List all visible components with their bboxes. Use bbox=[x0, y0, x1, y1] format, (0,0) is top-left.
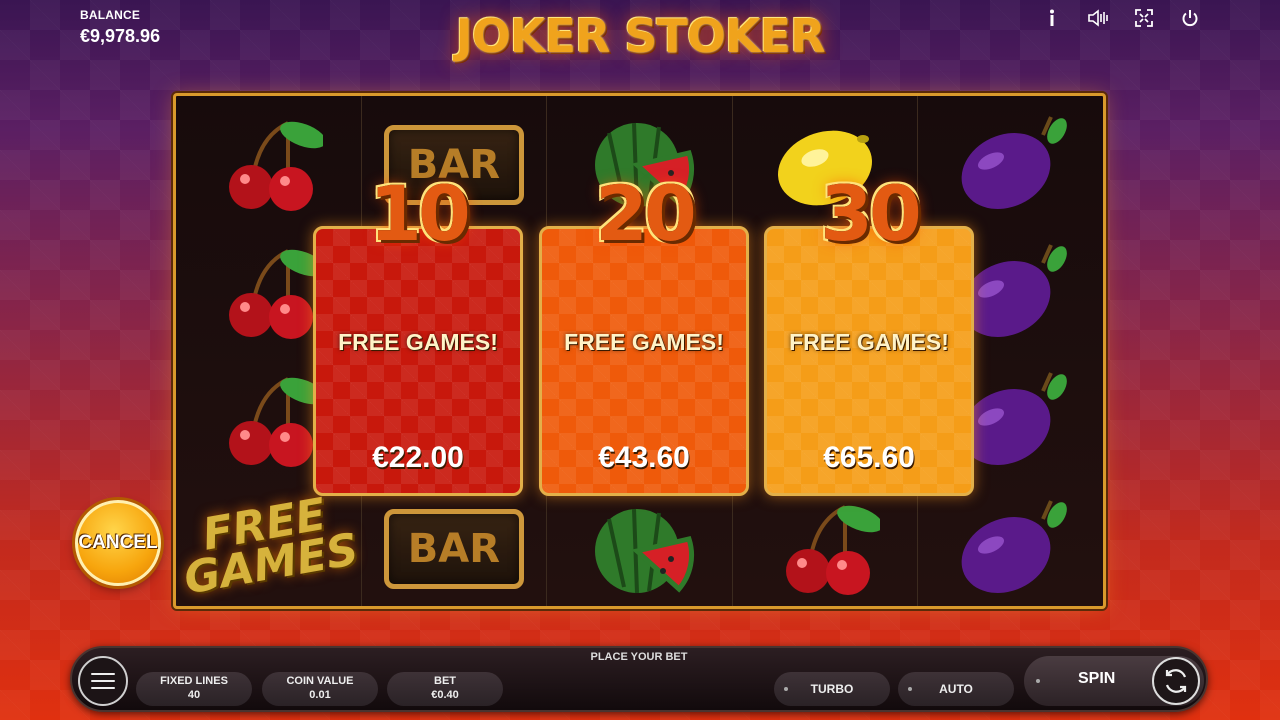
auto-toggle[interactable]: AUTO bbox=[898, 672, 1014, 706]
balance-display: BALANCE €9,978.96 bbox=[80, 8, 160, 47]
turbo-label: TURBO bbox=[810, 682, 854, 696]
spin-label[interactable]: SPIN bbox=[1078, 670, 1115, 688]
turbo-indicator-dot bbox=[784, 687, 788, 691]
offer-title: FREE GAMES! bbox=[564, 329, 724, 355]
coin-value-selector[interactable]: COIN VALUE 0.01 bbox=[262, 672, 378, 706]
fixed-lines-value: 40 bbox=[187, 689, 201, 701]
offer-price: €22.00 bbox=[372, 441, 464, 474]
cherry-symbol bbox=[203, 106, 333, 224]
game-logo: JOKER STOKER bbox=[455, 9, 826, 63]
spin-control: SPIN bbox=[1024, 656, 1204, 706]
coin-value-label: COIN VALUE bbox=[286, 675, 354, 687]
auto-indicator-dot bbox=[908, 687, 912, 691]
info-icon[interactable] bbox=[1040, 6, 1064, 30]
offer-card-30-free-games[interactable]: 30 FREE GAMES! €65.60 bbox=[764, 169, 974, 496]
sound-icon[interactable] bbox=[1086, 6, 1110, 30]
offer-count: 10 bbox=[369, 169, 471, 258]
hamburger-icon bbox=[91, 673, 115, 675]
offer-title: FREE GAMES! bbox=[338, 329, 498, 355]
balance-label: BALANCE bbox=[80, 8, 141, 22]
turbo-toggle[interactable]: TURBO bbox=[774, 672, 890, 706]
fullscreen-icon[interactable] bbox=[1132, 6, 1156, 30]
spin-indicator-dot bbox=[1036, 679, 1040, 683]
bet-selector[interactable]: BET €0.40 bbox=[387, 672, 503, 706]
free-games-symbol: FREE GAMES bbox=[181, 486, 363, 605]
auto-label: AUTO bbox=[939, 682, 973, 696]
bet-label: BET bbox=[434, 675, 456, 687]
balance-value: €9,978.96 bbox=[80, 26, 161, 46]
offer-card-10-free-games[interactable]: 10 FREE GAMES! €22.00 bbox=[313, 169, 523, 496]
offer-price: €43.60 bbox=[598, 441, 690, 474]
bar-symbol-label: BAR bbox=[383, 509, 524, 589]
top-toolbar bbox=[1040, 6, 1202, 30]
cherry-symbol bbox=[760, 490, 890, 606]
cancel-button[interactable]: CANCEL bbox=[75, 500, 161, 586]
spin-button[interactable] bbox=[1152, 657, 1200, 705]
offer-price: €65.60 bbox=[823, 441, 915, 474]
coin-value-value: 0.01 bbox=[309, 689, 331, 701]
offer-title: FREE GAMES! bbox=[789, 329, 949, 355]
plum-symbol bbox=[946, 488, 1076, 606]
refresh-icon bbox=[1165, 669, 1187, 693]
menu-button[interactable] bbox=[78, 656, 128, 706]
offer-count: 30 bbox=[820, 169, 922, 258]
power-icon[interactable] bbox=[1178, 6, 1202, 30]
fixed-lines-display: FIXED LINES 40 bbox=[136, 672, 252, 706]
offer-count: 20 bbox=[595, 169, 697, 258]
fixed-lines-label: FIXED LINES bbox=[160, 675, 228, 687]
watermelon-symbol bbox=[574, 490, 704, 606]
bet-value: €0.40 bbox=[431, 689, 459, 701]
bar-symbol: BAR bbox=[379, 490, 529, 606]
control-panel: PLACE YOUR BET FIXED LINES 40 COIN VALUE… bbox=[70, 646, 1208, 712]
offer-card-20-free-games[interactable]: 20 FREE GAMES! €43.60 bbox=[539, 169, 749, 496]
